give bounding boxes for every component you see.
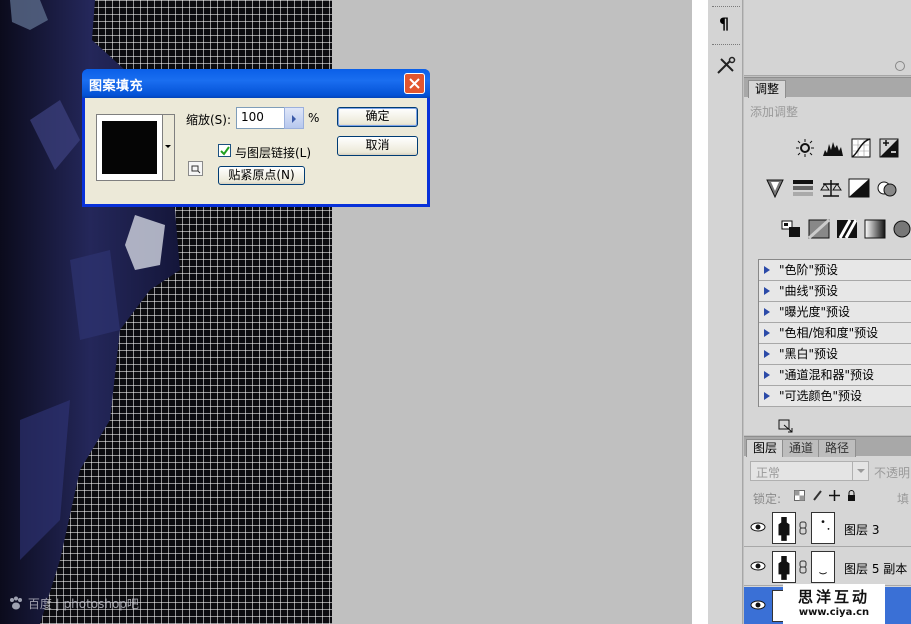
visibility-eye-icon[interactable] [750,599,766,611]
brightness-icon[interactable] [794,138,816,158]
dialog-titlebar[interactable]: 图案填充 [82,69,430,98]
layer-name: 图层 5 副本 [844,562,908,576]
chain-link-icon [799,521,807,535]
paragraph-icon[interactable]: ¶ [719,14,729,33]
tools-icon[interactable] [715,56,737,76]
preset-row[interactable]: "通道混和器"预设 [759,365,911,386]
adjustment-presets-list: "色阶"预设 "曲线"预设 "曝光度"预设 "色相/饱和度"预设 "黑白"预设 … [758,259,911,407]
scale-slider-button[interactable] [284,107,304,129]
expand-triangle-icon [764,287,770,295]
pattern-picker-dropdown[interactable] [163,114,175,181]
pattern-preview-swatch[interactable] [96,114,163,181]
invert-icon[interactable] [808,219,830,239]
return-to-list-icon[interactable] [778,419,794,433]
close-icon [409,78,420,89]
lock-all-icon[interactable] [846,490,857,501]
scale-input[interactable]: 100 [236,107,288,129]
channel-mixer-icon[interactable] [780,219,802,239]
blend-mode-select[interactable]: 正常 [750,461,869,481]
tab-adjustments[interactable]: 调整 [748,80,787,98]
curves-icon[interactable] [850,138,872,158]
posterize-icon[interactable] [836,219,858,239]
lock-position-move-icon[interactable] [829,490,840,501]
photo-filter-icon[interactable] [876,178,898,198]
dialog-title: 图案填充 [89,79,144,94]
scale-label: 缩放(S): [186,113,232,127]
lock-transparency-icon[interactable] [794,490,805,501]
preset-label: "曝光度"预设 [779,305,851,319]
hue-saturation-icon[interactable] [792,178,814,198]
preset-label: "可选颜色"预设 [779,389,863,403]
paw-logo-icon [10,596,22,610]
expand-triangle-icon [764,329,770,337]
layer-mask-thumbnail [811,551,835,583]
levels-icon[interactable] [822,138,844,158]
window-gap [692,0,708,624]
expand-triangle-icon [764,350,770,358]
preset-label: "通道混和器"预设 [779,368,875,382]
close-button[interactable] [404,73,425,94]
snap-to-origin-button[interactable]: 贴紧原点(N) [218,166,305,185]
link-with-layer-label[interactable]: 与图层链接(L) [235,144,311,161]
chevron-down-icon [852,462,868,480]
preset-row[interactable]: "可选颜色"预设 [759,386,911,407]
preset-row[interactable]: "色相/饱和度"预设 [759,323,911,344]
chain-link-icon [799,560,807,574]
tab-paths[interactable]: 路径 [818,439,857,457]
tab-channels[interactable]: 通道 [782,439,821,457]
layer-thumbnail [772,512,796,544]
preset-label: "色阶"预设 [779,263,839,277]
checkmark-icon [220,146,230,156]
site-watermark-badge: 思洋互动 www.ciya.cn [783,584,885,624]
opacity-label: 不透明 [874,466,911,480]
lock-pixels-brush-icon[interactable] [812,490,823,501]
vibrance-icon[interactable] [764,178,786,198]
adjustments-panel: 调整 添加调整 "色阶"预设 "曲线"预设 "曝光度"预设 "色相/饱和度"预设… [744,77,911,435]
expand-triangle-icon [764,371,770,379]
top-panel [744,0,911,76]
layer-thumbnail [772,551,796,583]
badge-title: 思洋互动 [797,588,870,606]
lock-label: 锁定: [753,492,782,506]
color-balance-icon[interactable] [820,178,842,198]
visibility-eye-icon[interactable] [750,521,766,533]
expand-triangle-icon [764,266,770,274]
ok-button[interactable]: 确定 [337,107,418,127]
scale-unit: % [308,111,320,125]
preset-row[interactable]: "色阶"预设 [759,260,911,281]
layer-mask-thumbnail [811,512,835,544]
gradient-map-icon[interactable] [864,219,886,239]
no-symbol-icon [895,61,905,71]
layers-tabbar: 图层 通道 路径 [744,436,911,457]
layer-name: 图层 3 [844,523,880,537]
expand-triangle-icon [764,392,770,400]
watermark: 百度 | photoshop吧 [8,595,139,612]
blend-mode-value: 正常 [756,466,781,480]
preset-label: "曲线"预设 [779,284,839,298]
layer-row[interactable]: 图层 3 [744,509,911,547]
exposure-icon[interactable] [878,138,900,158]
selective-color-icon[interactable] [892,219,911,239]
preset-row[interactable]: "曝光度"预设 [759,302,911,323]
visibility-eye-icon[interactable] [750,560,766,572]
adjustments-tabbar: 调整 [744,77,911,98]
preset-label: "黑白"预设 [779,347,839,361]
link-with-layer-checkbox[interactable] [218,144,231,157]
add-adjustment-label: 添加调整 [750,105,799,119]
preset-label: "色相/饱和度"预设 [779,326,879,340]
watermark-text: 百度 | photoshop吧 [27,597,139,611]
preset-row[interactable]: "曲线"预设 [759,281,911,302]
badge-url: www.ciya.cn [798,607,870,618]
pattern-fill-dialog: 图案填充 缩放(S): 100 % 与图层链接(L) 贴紧原点(N) 确定 取消 [82,69,430,207]
black-white-icon[interactable] [848,178,870,198]
layer-row[interactable]: 图层 5 副本 [744,548,911,586]
collapsed-panel-strip: ¶ [708,0,743,624]
tab-layers[interactable]: 图层 [746,439,785,457]
right-dock: ¶ 调整 添加调整 "色阶"预设 "曲线"预设 "曝光度"预设 "色相/饱和度"… [708,0,911,624]
expand-triangle-icon [764,308,770,316]
cancel-button[interactable]: 取消 [337,136,418,156]
fill-label: 填 [897,492,910,506]
preset-row[interactable]: "黑白"预设 [759,344,911,365]
new-preset-icon[interactable] [188,161,203,176]
